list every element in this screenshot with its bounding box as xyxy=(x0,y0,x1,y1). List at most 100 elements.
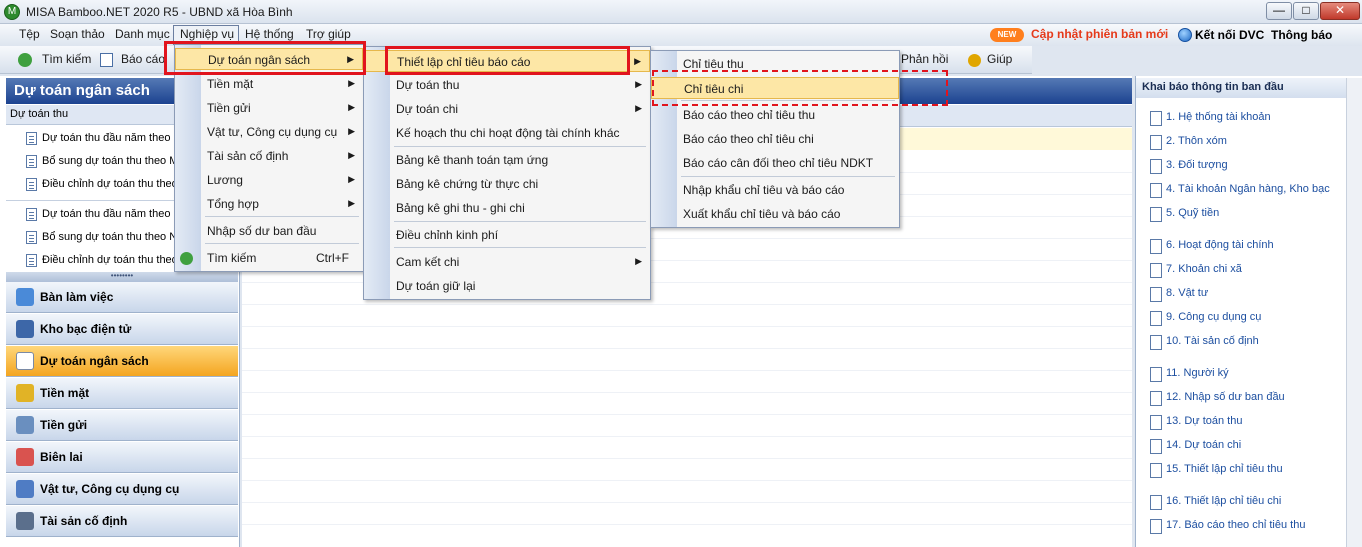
right-panel-scrollbar[interactable] xyxy=(1346,78,1362,547)
menu-item-ke-hoach-thu-chi[interactable]: Kế hoạch thu chi hoạt động tài chính khá… xyxy=(364,122,650,144)
menu-du-toan-dropdown: Thiết lập chỉ tiêu báo cáo ▶ Dự toán thu ▶… xyxy=(363,46,651,300)
maximize-button[interactable]: □ xyxy=(1293,2,1319,20)
menu-item-tai-san-co-dinh[interactable]: Tài sản cố định ▶ xyxy=(175,145,363,167)
setup-link[interactable]: 10. Tài sản cố định xyxy=(1150,335,1259,350)
setup-link[interactable]: 1. Hệ thống tài khoản xyxy=(1150,111,1271,126)
menu-item-nhap-so-du[interactable]: Nhập số dư ban đầu xyxy=(175,220,363,242)
tree-item-label: Điều chỉnh dự toán thu theo xyxy=(42,178,178,190)
menu-separator xyxy=(394,247,646,248)
menu-separator xyxy=(681,176,895,177)
setup-link[interactable]: 11. Người ký xyxy=(1150,367,1229,382)
menu-item-tien-gui[interactable]: Tiền gửi ▶ xyxy=(175,97,363,119)
menu-bar: Tệp Soạn thảo Danh mục Nghiệp vụ Hệ thốn… xyxy=(0,24,1362,46)
menu-item-label: Chỉ tiêu thu xyxy=(683,57,744,71)
menu-tep[interactable]: Tệp xyxy=(19,27,40,41)
menu-item-bang-ke-thuc-chi[interactable]: Bảng kê chứng từ thực chi xyxy=(364,173,650,195)
menu-item-tong-hop[interactable]: Tổng hợp ▶ xyxy=(175,193,363,215)
close-button[interactable]: ✕ xyxy=(1320,2,1360,20)
toolbar-help-button[interactable]: Giúp xyxy=(987,52,1012,66)
help-icon xyxy=(968,54,981,67)
menu-item-vat-tu[interactable]: Vật tư, Công cụ dụng cụ ▶ xyxy=(175,121,363,143)
menu-item-du-toan-ngan-sach[interactable]: Dự toán ngân sách ▶ xyxy=(175,48,363,70)
menu-item-bang-ke-ghi-thu[interactable]: Bảng kê ghi thu - ghi chi xyxy=(364,197,650,219)
document-icon xyxy=(26,208,37,221)
menu-nghiep-vu[interactable]: Nghiệp vụ xyxy=(180,27,234,41)
menu-tro-giup[interactable]: Trợ giúp xyxy=(306,27,351,41)
menu-he-thong[interactable]: Hệ thống xyxy=(245,27,294,41)
menu-item-label: Dự toán thu xyxy=(396,78,460,92)
menu-item-du-toan-chi[interactable]: Dự toán chi ▶ xyxy=(364,98,650,120)
nav-tai-san-co-dinh[interactable]: Tài sản cố định xyxy=(6,506,238,537)
submenu-arrow-icon: ▶ xyxy=(635,79,642,89)
connect-dvc-link[interactable]: Kết nối DVC xyxy=(1195,28,1264,42)
nav-vat-tu[interactable]: Vật tư, Công cụ dụng cụ xyxy=(6,474,238,505)
grid-line xyxy=(242,414,1132,415)
menu-item-dieu-chinh-kinh-phi[interactable]: Điều chỉnh kinh phí xyxy=(364,224,650,246)
menu-item-xuat-khau[interactable]: Xuất khẩu chỉ tiêu và báo cáo xyxy=(651,203,899,225)
grid-line xyxy=(242,304,1132,305)
panel-splitter[interactable]: •••••••• xyxy=(6,272,238,282)
setup-link[interactable]: 6. Hoạt động tài chính xyxy=(1150,239,1274,254)
menu-item-tien-mat[interactable]: Tiền mặt ▶ xyxy=(175,73,363,95)
menu-item-label: Điều chỉnh kinh phí xyxy=(396,228,499,242)
menu-item-luong[interactable]: Lương ▶ xyxy=(175,169,363,191)
setup-link[interactable]: 4. Tài khoản Ngân hàng, Kho bạc xyxy=(1150,183,1330,198)
nav-ban-lam-viec[interactable]: Bàn làm việc xyxy=(6,282,238,313)
setup-link[interactable]: 17. Báo cáo theo chỉ tiêu thu xyxy=(1150,519,1305,534)
menu-item-label: Dự toán giữ lại xyxy=(396,279,476,293)
setup-link[interactable]: 2. Thôn xóm xyxy=(1150,135,1227,150)
menu-item-chi-tieu-chi[interactable]: Chỉ tiêu chi xyxy=(651,77,899,99)
submenu-arrow-icon: ▶ xyxy=(348,150,355,160)
menu-item-label: Tiền mặt xyxy=(207,77,254,91)
document-icon xyxy=(26,132,37,145)
nav-label: Bàn làm việc xyxy=(40,290,114,304)
menu-item-bao-cao-can-doi[interactable]: Báo cáo cân đối theo chỉ tiêu NDKT xyxy=(651,152,899,174)
update-link[interactable]: Cập nhật phiên bản mới xyxy=(1031,27,1168,41)
menu-item-tim-kiem[interactable]: Tìm kiếm Ctrl+F xyxy=(175,247,363,269)
setup-link[interactable]: 15. Thiết lập chỉ tiêu thu xyxy=(1150,463,1283,478)
nav-kho-bac-dien-tu[interactable]: Kho bạc điện tử xyxy=(6,314,238,345)
nav-tien-mat[interactable]: Tiền mặt xyxy=(6,378,238,409)
minimize-button[interactable]: — xyxy=(1266,2,1292,20)
toolbar-report-button[interactable]: Báo cáo xyxy=(121,52,165,66)
nav-bien-lai[interactable]: Biên lai xyxy=(6,442,238,473)
menu-item-thiet-lap-chi-tieu[interactable]: Thiết lập chỉ tiêu báo cáo ▶ xyxy=(364,50,650,72)
grid-line xyxy=(242,502,1132,503)
window-title: MISA Bamboo.NET 2020 R5 - UBND xã Hòa Bì… xyxy=(26,5,293,19)
grid-line xyxy=(242,392,1132,393)
setup-link[interactable]: 8. Vật tư xyxy=(1150,287,1208,302)
submenu-arrow-icon: ▶ xyxy=(348,126,355,136)
menu-item-chi-tieu-thu[interactable]: Chỉ tiêu thu xyxy=(651,53,899,75)
tree-item-label: Dự toán thu đầu năm theo M xyxy=(42,132,183,144)
nav-label: Biên lai xyxy=(40,450,83,464)
nav-tien-gui[interactable]: Tiền gửi xyxy=(6,410,238,441)
setup-link[interactable]: 14. Dự toán chi xyxy=(1150,439,1241,454)
menu-item-cam-ket-chi[interactable]: Cam kết chi ▶ xyxy=(364,251,650,273)
tree-item-label: Điều chỉnh dự toán thu theo xyxy=(42,254,178,266)
menu-item-bao-cao-chi-tieu-chi[interactable]: Báo cáo theo chỉ tiêu chi xyxy=(651,128,899,150)
menu-danh-muc[interactable]: Danh mục xyxy=(115,27,170,41)
menu-item-nhap-khau[interactable]: Nhập khẩu chỉ tiêu và báo cáo xyxy=(651,179,899,201)
menu-item-label: Bảng kê ghi thu - ghi chi xyxy=(396,201,525,215)
document-icon xyxy=(26,254,37,267)
menu-item-bao-cao-chi-tieu-thu[interactable]: Báo cáo theo chỉ tiêu thu xyxy=(651,104,899,126)
menu-soan-thao[interactable]: Soạn thảo xyxy=(50,27,105,41)
menu-item-bang-ke-tam-ung[interactable]: Bảng kê thanh toán tạm ứng xyxy=(364,149,650,171)
setup-link[interactable]: 7. Khoản chi xã xyxy=(1150,263,1242,278)
tools-icon xyxy=(16,480,34,498)
setup-link[interactable]: 5. Quỹ tiền xyxy=(1150,207,1219,222)
grid-line xyxy=(242,348,1132,349)
setup-link[interactable]: 9. Công cụ dụng cụ xyxy=(1150,311,1261,326)
setup-link[interactable]: 12. Nhập số dư ban đầu xyxy=(1150,391,1285,406)
new-badge: NEW xyxy=(990,28,1024,42)
menu-item-du-toan-giu-lai[interactable]: Dự toán giữ lại xyxy=(364,275,650,297)
nav-du-toan-ngan-sach[interactable]: Dự toán ngân sách xyxy=(6,346,238,377)
menu-item-du-toan-thu[interactable]: Dự toán thu ▶ xyxy=(364,74,650,96)
toolbar-search-button[interactable]: Tìm kiếm xyxy=(42,52,91,66)
setup-link[interactable]: 16. Thiết lập chỉ tiêu chi xyxy=(1150,495,1281,510)
toolbar-feedback-button[interactable]: Phản hồi xyxy=(901,52,948,66)
setup-link[interactable]: 13. Dự toán thu xyxy=(1150,415,1242,430)
notification-link[interactable]: Thông báo xyxy=(1271,28,1332,42)
setup-link[interactable]: 3. Đối tượng xyxy=(1150,159,1228,174)
menu-item-label: Kế hoạch thu chi hoạt động tài chính khá… xyxy=(396,126,620,140)
